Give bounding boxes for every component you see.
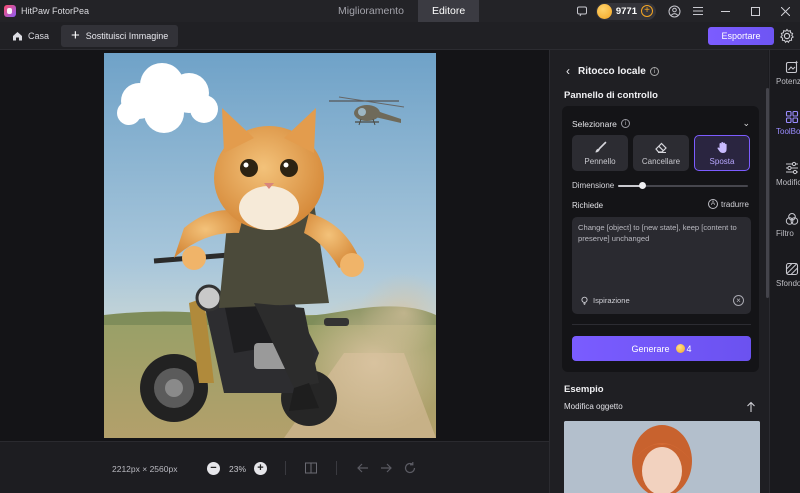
export-button[interactable]: Esportare <box>708 27 774 45</box>
coin-icon <box>675 344 685 353</box>
enhance-icon <box>785 60 799 74</box>
coin-icon <box>596 3 612 19</box>
replace-image-label: Sostituisci Immagine <box>85 30 169 41</box>
divider <box>336 461 337 475</box>
tab-miglioramento[interactable]: Miglioramento <box>324 0 418 22</box>
translate-icon: A <box>707 199 718 209</box>
sidebar-label-filter: Filtro <box>776 229 794 238</box>
prompt-text[interactable]: Change [object] to [new state], keep [co… <box>578 223 738 244</box>
brush-tool-label: Pennello <box>584 156 616 166</box>
example-subtitle: Modifica oggetto <box>564 402 623 411</box>
sidebar-label-adjust: Modifica <box>776 178 800 187</box>
sidebar-label-enhance: Potenziamento <box>776 77 800 86</box>
panel-title: Ritocco locale <box>578 65 646 77</box>
zoom-in-button[interactable]: + <box>254 462 267 475</box>
lightbulb-icon <box>581 296 588 305</box>
settings-icon[interactable] <box>779 28 795 44</box>
generate-button[interactable]: Generare 4 <box>572 336 751 361</box>
requests-label: Richiede <box>572 201 604 210</box>
generate-label: Generare <box>631 343 670 354</box>
sidebar-label-toolbox: ToolBox <box>776 127 800 136</box>
titlebar-actions: 9771 + <box>570 0 800 22</box>
sidebar-item-toolbox[interactable]: ToolBox <box>770 110 800 136</box>
tools-sidebar: Potenziamento ToolBox Modifica Filtro Sf… <box>769 50 800 493</box>
reset-icon[interactable] <box>403 461 417 475</box>
redo-icon[interactable] <box>379 461 393 475</box>
account-icon[interactable] <box>665 2 683 20</box>
brush-tool-button[interactable]: Pennello <box>572 135 628 171</box>
prompt-textarea[interactable]: Change [object] to [new state], keep [co… <box>572 217 751 314</box>
example-image[interactable] <box>564 421 760 493</box>
local-retouch-panel: ‹ Ritocco locale i Pannello di controllo… <box>549 50 768 493</box>
sidebar-item-adjust[interactable]: Modifica <box>770 161 800 187</box>
coin-count: 9771 <box>615 5 637 17</box>
divider <box>285 461 286 475</box>
home-button[interactable]: Casa <box>4 25 57 47</box>
adjust-icon <box>786 161 798 175</box>
arrow-up-icon[interactable] <box>746 401 756 413</box>
sidebar-label-background: Sfondo <box>776 279 800 288</box>
close-button[interactable] <box>770 0 800 22</box>
clear-icon[interactable]: × <box>733 295 744 306</box>
app-logo-icon <box>4 5 16 17</box>
tab-editore[interactable]: Editore <box>417 0 480 22</box>
sidebar-item-filter[interactable]: Filtro <box>770 212 800 238</box>
hand-icon <box>716 141 727 153</box>
menu-icon[interactable] <box>689 2 707 20</box>
zoom-out-button[interactable]: − <box>207 462 220 475</box>
select-label: Selezionare <box>572 118 617 129</box>
messages-icon[interactable] <box>573 2 591 20</box>
info-icon[interactable]: i <box>620 119 630 128</box>
minimize-button[interactable] <box>710 0 740 22</box>
eraser-tool-button[interactable]: Cancellare <box>633 135 689 171</box>
example-title: Esempio <box>564 384 604 395</box>
panel-header: ‹ Ritocco locale i <box>566 64 659 78</box>
editor-canvas[interactable] <box>0 50 549 441</box>
control-panel: Selezionare i ⌄ Pennello Cancellare Spos… <box>562 106 759 372</box>
image-dimensions: 2212px × 2560px <box>112 464 178 474</box>
coin-balance[interactable]: 9771 + <box>595 2 656 20</box>
plus-icon: + <box>71 26 80 44</box>
main-toolbar: Casa + Sostituisci Immagine Esportare <box>0 22 800 50</box>
slider-handle[interactable] <box>639 182 647 189</box>
toolbox-icon <box>785 110 799 124</box>
app-name: HitPaw FotorPea <box>21 6 90 16</box>
eraser-icon <box>655 142 667 153</box>
undo-icon[interactable] <box>356 461 370 475</box>
generate-cost: 4 <box>686 343 692 354</box>
brush-icon <box>595 141 606 152</box>
home-icon <box>13 31 22 40</box>
dimension-slider[interactable] <box>618 182 748 189</box>
divider <box>572 324 751 325</box>
inspiration-button[interactable]: Ispirazione <box>580 296 630 305</box>
compare-icon[interactable] <box>304 461 318 475</box>
background-icon <box>785 262 799 276</box>
add-coins-icon[interactable]: + <box>641 5 653 17</box>
sidebar-item-background[interactable]: Sfondo <box>770 262 800 288</box>
title-bar: HitPaw FotorPea Miglioramento Editore 97… <box>0 0 800 22</box>
translate-button[interactable]: A tradurre <box>707 199 749 209</box>
inspiration-label: Ispirazione <box>593 296 630 305</box>
control-panel-title: Pannello di controllo <box>564 90 658 101</box>
move-tool-button[interactable]: Sposta <box>694 135 750 171</box>
edited-photo[interactable] <box>104 53 436 438</box>
translate-label: tradurre <box>720 199 749 209</box>
zoom-level: 23% <box>229 464 247 474</box>
filter-icon <box>785 213 799 225</box>
maximize-button[interactable] <box>740 0 770 22</box>
dimension-label: Dimensione <box>572 181 615 190</box>
cat-motorcycle-image <box>104 53 436 438</box>
replace-image-button[interactable]: + Sostituisci Immagine <box>61 24 179 47</box>
info-icon[interactable]: i <box>649 66 659 76</box>
select-row[interactable]: Selezionare i ⌄ <box>572 118 750 129</box>
chevron-down-icon[interactable]: ⌄ <box>742 118 750 129</box>
mode-tabs: Miglioramento Editore <box>324 0 480 22</box>
sidebar-item-enhance[interactable]: Potenziamento <box>770 60 800 86</box>
example-portrait-image <box>564 421 760 493</box>
move-tool-label: Sposta <box>709 156 735 166</box>
eraser-tool-label: Cancellare <box>641 156 681 166</box>
canvas-bottom-bar: 2212px × 2560px − 23% + <box>0 441 549 493</box>
back-chevron-icon[interactable]: ‹ <box>566 64 570 78</box>
home-label: Casa <box>28 30 50 41</box>
